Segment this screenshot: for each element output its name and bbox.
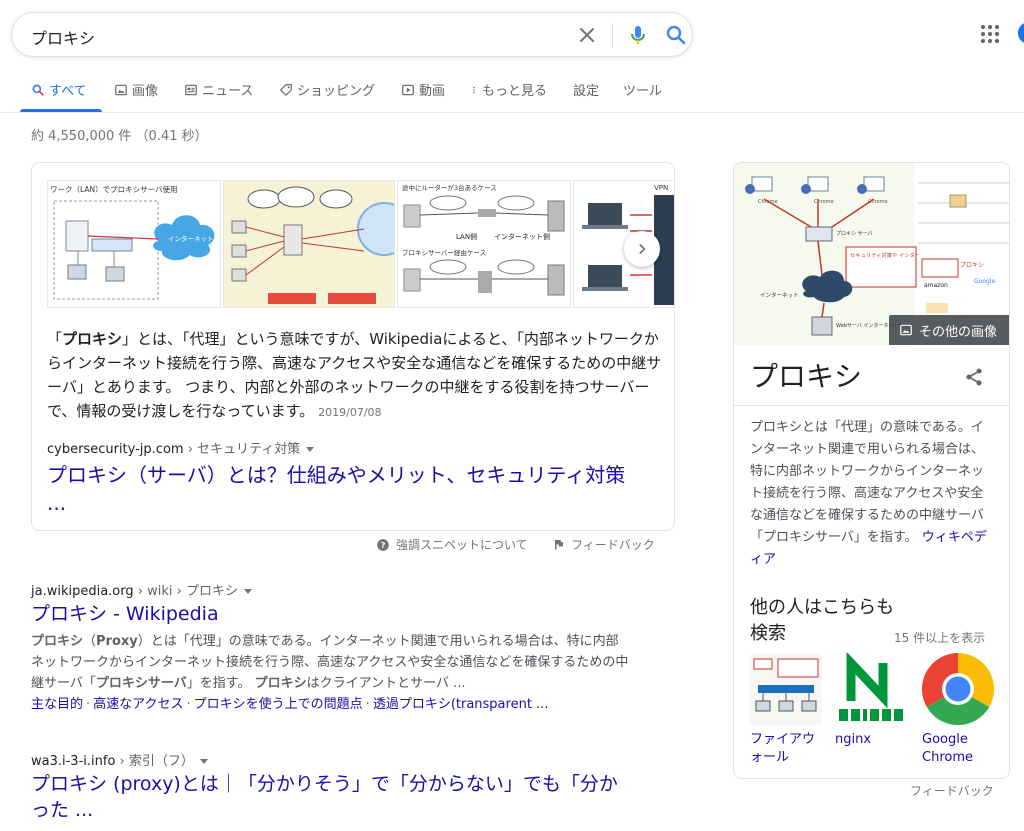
sitelink[interactable]: プロキシを使う上での問題点	[194, 697, 363, 712]
clear-icon[interactable]	[575, 23, 599, 47]
tab-more[interactable]: もっと見る	[470, 80, 547, 99]
nginx-logo	[835, 653, 907, 725]
svg-text:プロキシ サーバ: プロキシ サーバ	[836, 231, 873, 237]
image-caption: インターネット側	[494, 232, 550, 241]
snippet-feedback-link[interactable]: フィードバック	[553, 536, 655, 553]
play-icon	[402, 84, 414, 95]
knowledge-panel-description: プロキシとは「代理」の意味である。インターネット関連で用いられる場合は、特に内部…	[750, 420, 987, 567]
svg-text:amazon: amazon	[924, 282, 948, 289]
related-item-chrome[interactable]: Google Chrome	[922, 653, 997, 767]
chevron-right-icon	[639, 244, 646, 254]
divider	[612, 23, 613, 48]
tag-icon	[280, 83, 292, 96]
image-caption: プロキシサーバー経由ケース	[402, 248, 486, 257]
related-item-firewall[interactable]: ファイアウォール	[750, 653, 825, 767]
snippet-image-3[interactable]: 途中にルーターが3台あるケース LAN側 インターネット側 プロキシサーバー経由…	[397, 180, 571, 308]
proxy-illustration-image	[224, 181, 394, 307]
tab-news[interactable]: ニュース	[184, 80, 253, 99]
snippet-date: 2019/07/08	[318, 406, 382, 419]
news-icon	[185, 84, 197, 95]
image-caption: VPN	[654, 184, 668, 192]
svg-text:Chrome: Chrome	[868, 199, 888, 205]
sitelink[interactable]: 主な目的	[31, 697, 83, 712]
image-caption: インターネット	[168, 234, 214, 243]
result-title-link[interactable]: プロキシ - Wikipedia	[31, 601, 631, 627]
router-diagram-image: 途中にルーターが3台あるケース LAN側 インターネット側 プロキシサーバー経由…	[398, 181, 570, 307]
snippet-text: 「プロキシ」とは、「代理」という意味ですが、Wikipediaによると、「内部ネ…	[47, 330, 662, 420]
tab-all[interactable]: すべて	[31, 80, 87, 99]
search-box[interactable]: プロキシ	[11, 12, 693, 57]
knowledge-panel-title: プロキシ	[750, 360, 863, 393]
result-cite[interactable]: ja.wikipedia.org › wiki › プロキシ	[31, 580, 631, 599]
knowledge-panel-feedback-link[interactable]: フィードバック	[910, 782, 994, 799]
apps-grid-icon[interactable]	[981, 25, 1001, 45]
carousel-next-button[interactable]	[624, 231, 660, 267]
svg-text:?: ?	[381, 539, 386, 549]
image-icon	[115, 84, 127, 95]
about-snippet-link[interactable]: ? 強調スニペットについて	[376, 536, 528, 553]
tab-shopping[interactable]: ショッピング	[279, 80, 375, 99]
help-icon: ?	[377, 538, 389, 551]
result-cite[interactable]: wa3.i-3-i.info › 索引（フ）	[31, 750, 631, 769]
flag-icon	[555, 540, 563, 550]
featured-snippet: ワーク（LAN）でプロキシサーバ使用 インターネット 途中にルーターが3台あるケ…	[31, 162, 675, 531]
knowledge-panel-image[interactable]: Chrome Chrome Chrome プロキシ サーバ セキュリティ対策や …	[734, 163, 1009, 345]
tab-tools[interactable]: ツール	[623, 80, 662, 99]
more-vert-icon	[473, 86, 475, 93]
image-caption: LAN側	[456, 232, 477, 241]
image-caption: 途中にルーターが3台あるケース	[402, 183, 497, 192]
knowledge-panel: Chrome Chrome Chrome プロキシ サーバ セキュリティ対策や …	[733, 162, 1010, 779]
snippet-image-2[interactable]	[223, 180, 395, 308]
caret-down-icon[interactable]	[199, 759, 208, 764]
search-input[interactable]: プロキシ	[31, 25, 95, 49]
image-caption: ワーク（LAN）でプロキシサーバ使用	[50, 184, 178, 194]
search-tabs: すべて 画像 ニュース ショッピング 動画 もっと見る 設定 ツール	[0, 70, 1024, 112]
more-images-button[interactable]: その他の画像	[889, 315, 1009, 345]
snippet-cite[interactable]: cybersecurity-jp.com › セキュリティ対策	[47, 438, 315, 457]
divider	[734, 405, 1009, 406]
search-result: ja.wikipedia.org › wiki › プロキシ プロキシ - Wi…	[31, 580, 631, 715]
related-searches-heading: 他の人はこちらも検索	[750, 597, 894, 644]
related-more-link[interactable]: 15 件以上を表示	[894, 629, 985, 646]
search-result: wa3.i-3-i.info › 索引（フ） プロキシ (proxy)とは｜「分…	[31, 750, 631, 823]
snippet-title-link[interactable]: プロキシ（サーバ）とは？仕組みやメリット、セキュリティ対策 ...	[47, 461, 647, 517]
caret-down-icon[interactable]	[306, 447, 315, 452]
tab-images[interactable]: 画像	[114, 80, 158, 99]
chrome-logo	[922, 653, 994, 725]
image-icon	[900, 324, 912, 336]
avatar[interactable]	[1018, 22, 1024, 44]
caret-down-icon[interactable]	[243, 589, 252, 594]
firewall-image	[750, 653, 822, 725]
network-diagram-image: ワーク（LAN）でプロキシサーバ使用 インターネット	[48, 181, 220, 307]
sitelink[interactable]: 高速なアクセス	[93, 697, 183, 712]
svg-text:Google: Google	[974, 278, 995, 285]
svg-text:Chrome: Chrome	[814, 199, 834, 205]
result-stats: 約 4,550,000 件 （0.41 秒）	[31, 129, 208, 144]
result-title-link[interactable]: プロキシ (proxy)とは｜「分かりそう」で「分からない」でも「分かった ..…	[31, 771, 631, 823]
search-icon	[32, 83, 44, 96]
share-icon[interactable]	[964, 367, 984, 387]
tab-videos[interactable]: 動画	[401, 80, 445, 99]
tab-settings[interactable]: 設定	[573, 80, 599, 99]
snippet-image-1[interactable]: ワーク（LAN）でプロキシサーバ使用 インターネット	[47, 180, 221, 308]
result-snippet: プロキシ（Proxy）とは「代理」の意味である。インターネット関連で用いられる場…	[31, 634, 629, 691]
sitelink[interactable]: 透過プロキシ(transparent ...	[373, 697, 549, 712]
search-icon[interactable]	[664, 23, 688, 47]
mic-icon[interactable]	[626, 23, 650, 47]
svg-text:プロキシ: プロキシ	[960, 262, 984, 269]
related-item-nginx[interactable]: nginx	[835, 653, 910, 749]
divider	[0, 112, 1024, 113]
image-carousel: ワーク（LAN）でプロキシサーバ使用 インターネット 途中にルーターが3台あるケ…	[47, 180, 674, 308]
result-sitelinks: 主な目的 · 高速なアクセス · プロキシを使う上での問題点 · 透過プロキシ(transp…	[31, 697, 549, 712]
svg-text:インターネット: インターネット	[760, 291, 799, 299]
